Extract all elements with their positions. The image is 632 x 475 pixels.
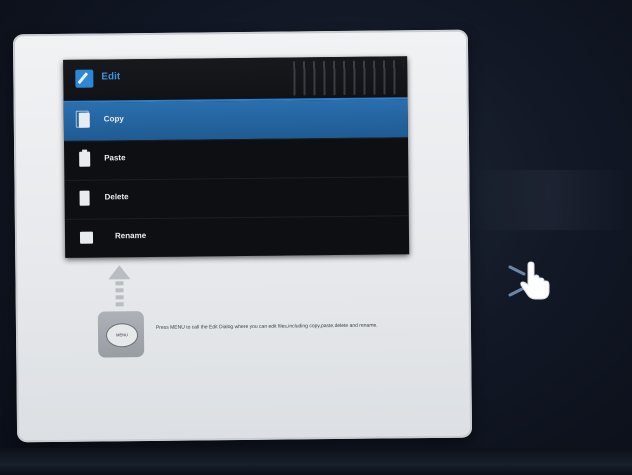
screen-reflection — [293, 60, 404, 96]
arrow-stem — [115, 295, 124, 300]
menu-item-label: Copy — [103, 114, 124, 124]
paste-icon — [79, 151, 91, 167]
tv-bezel-bottom — [0, 448, 632, 475]
arrow-up-icon — [108, 265, 131, 280]
copy-icon — [78, 112, 90, 128]
edit-dialog-header: Edit — [63, 56, 408, 103]
edit-dialog: Edit Copy Paste Delete Rename — [63, 56, 410, 258]
menu-key-icon: MENU — [97, 311, 145, 358]
menu-item-label: Paste — [104, 153, 126, 163]
help-text: Press MENU to call the Edit Dialog where… — [155, 322, 378, 331]
menu-item-label: Rename — [114, 231, 147, 241]
delete-icon — [79, 190, 90, 206]
menu-item-copy[interactable]: Copy — [63, 99, 408, 142]
screen-glare — [470, 170, 630, 230]
arrow-stem — [115, 288, 124, 293]
edit-icon — [75, 69, 94, 88]
arrow-stem — [115, 281, 124, 286]
menu-item-label: Delete — [104, 192, 129, 202]
menu-item-rename[interactable]: Rename — [64, 216, 410, 258]
menu-item-paste[interactable]: Paste — [64, 138, 409, 181]
edit-dialog-title: Edit — [101, 71, 121, 83]
menu-item-delete[interactable]: Delete — [64, 177, 409, 220]
menu-key-label: MENU — [105, 323, 139, 348]
help-panel: Edit Copy Paste Delete Rename MENU Press… — [12, 29, 473, 443]
hand-cursor-icon — [508, 261, 550, 300]
rename-icon — [79, 231, 94, 244]
arrow-stem — [115, 302, 124, 307]
